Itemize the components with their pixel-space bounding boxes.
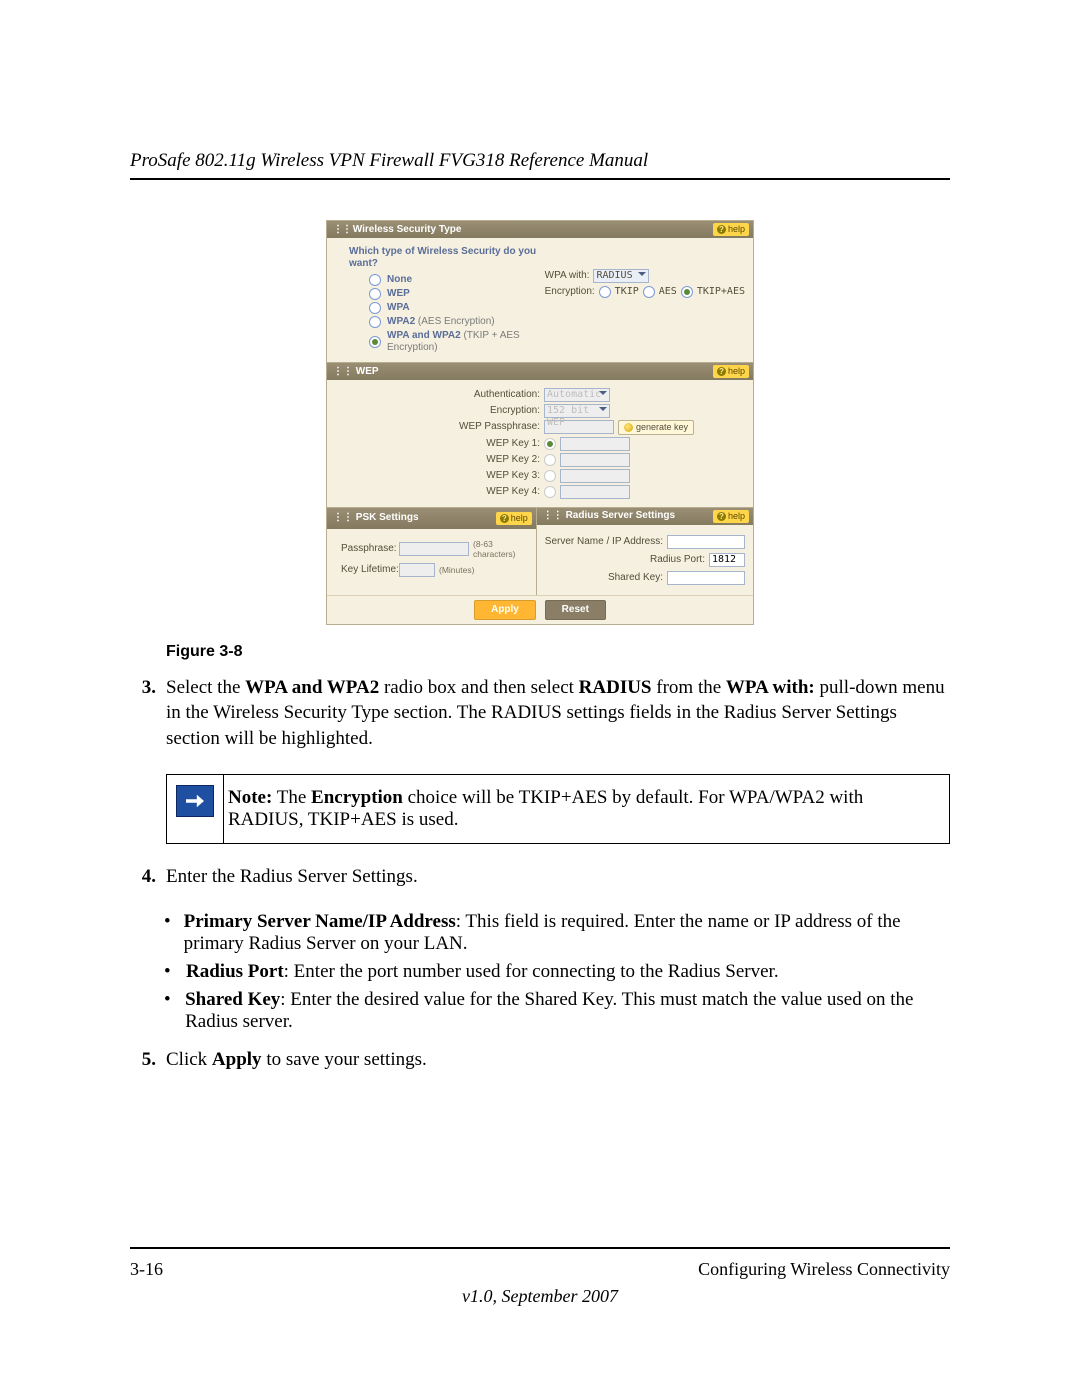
section-title: ⋮⋮ Radius Server Settings — [543, 510, 675, 522]
security-question: Which type of Wireless Security do you w… — [349, 246, 539, 270]
step-4: 4. Enter the Radius Server Settings. — [130, 864, 950, 890]
wep-enc-select[interactable]: 152 bit WEP — [544, 404, 610, 418]
psk-life-input[interactable] — [399, 563, 435, 577]
wep-key2-input[interactable] — [560, 453, 630, 467]
section-psk: ⋮⋮ PSK Settings help — [327, 508, 536, 529]
bullet-shared-key: •Shared Key: Enter the desired value for… — [164, 989, 950, 1033]
opt-wpa-wpa2[interactable]: WPA and WPA2 (TKIP + AES Encryption) — [369, 330, 539, 354]
apply-button[interactable]: Apply — [474, 600, 536, 620]
psk-pass-label: Passphrase: — [341, 543, 395, 555]
opt-wpa[interactable]: WPA — [369, 302, 539, 314]
bullet-primary-server: •Primary Server Name/IP Address: This fi… — [164, 911, 950, 955]
psk-pass-input[interactable] — [399, 542, 469, 556]
section-wireless-security-type: ⋮⋮ Wireless Security Type help — [327, 220, 753, 238]
radius-key-input[interactable] — [667, 571, 745, 585]
wep-auth-label: Authentication: — [335, 389, 540, 401]
config-screenshot: ⋮⋮ Wireless Security Type help Which typ… — [326, 220, 754, 625]
radius-key-label: Shared Key: — [608, 572, 663, 584]
radio-icon — [369, 288, 381, 300]
note-box: Note: The Encryption choice will be TKIP… — [166, 774, 950, 844]
enc-aes: AES — [659, 286, 677, 298]
radio-tkip-aes[interactable] — [681, 286, 693, 298]
footer-row: 3-16 Configuring Wireless Connectivity — [130, 1259, 950, 1280]
section-title: ⋮⋮ WEP — [333, 366, 379, 378]
radio-icon — [369, 336, 381, 348]
wep-pass-label: WEP Passphrase: — [335, 421, 540, 433]
step-number: 4. — [130, 864, 156, 890]
wep-body: Authentication: Automatic Encryption: 152 … — [327, 380, 753, 507]
wep-key4-label: WEP Key 4: — [335, 486, 540, 498]
psk-life-label: Key Lifetime: — [341, 564, 395, 576]
note-arrow-icon — [176, 785, 214, 817]
opt-wep[interactable]: WEP — [369, 288, 539, 300]
help-button[interactable]: help — [496, 512, 532, 525]
wep-key4-input[interactable] — [560, 485, 630, 499]
wep-key2-radio[interactable] — [544, 454, 556, 466]
manual-title: ProSafe 802.11g Wireless VPN Firewall FV… — [130, 150, 950, 172]
wpa-with-select[interactable]: RADIUS — [593, 269, 649, 283]
radius-port-input[interactable] — [709, 553, 745, 567]
step-number: 5. — [130, 1047, 156, 1073]
radio-icon — [369, 316, 381, 328]
wep-key3-radio[interactable] — [544, 470, 556, 482]
radio-aes[interactable] — [643, 286, 655, 298]
section-title: ⋮⋮ PSK Settings — [333, 512, 419, 524]
page-number: 3-16 — [130, 1259, 163, 1280]
wep-key1-radio[interactable] — [544, 438, 556, 450]
section-radius: ⋮⋮ Radius Server Settings help — [537, 508, 753, 525]
radio-icon — [369, 302, 381, 314]
section-name: Configuring Wireless Connectivity — [698, 1259, 950, 1280]
help-button[interactable]: help — [713, 223, 749, 236]
opt-none[interactable]: None — [369, 274, 539, 286]
bullet-radius-port: •Radius Port: Enter the port number used… — [164, 961, 950, 983]
version-line: v1.0, September 2007 — [130, 1286, 950, 1307]
wep-key3-label: WEP Key 3: — [335, 470, 540, 482]
step-5: 5. Click Apply to save your settings. — [130, 1047, 950, 1073]
wpa-with-label: WPA with: — [545, 270, 590, 282]
help-button[interactable]: help — [713, 365, 749, 378]
button-row: Apply Reset — [327, 595, 753, 624]
rule-top — [130, 178, 950, 180]
enc-tkip: TKIP — [615, 286, 639, 298]
figure-caption: Figure 3-8 — [166, 643, 950, 661]
wep-key2-label: WEP Key 2: — [335, 454, 540, 466]
encryption-row: Encryption: TKIP AES TKIP+AES — [545, 286, 745, 298]
rule-bottom — [130, 1247, 950, 1249]
step-3: 3. Select the WPA and WPA2 radio box and… — [130, 675, 950, 752]
wep-key1-input[interactable] — [560, 437, 630, 451]
section-title: ⋮⋮ Wireless Security Type — [333, 224, 461, 236]
reset-button[interactable]: Reset — [545, 600, 606, 620]
generate-key-button[interactable]: generate key — [618, 420, 694, 435]
encryption-label: Encryption: — [545, 286, 595, 298]
opt-wpa2[interactable]: WPA2 (AES Encryption) — [369, 316, 539, 328]
psk-life-unit: (Minutes) — [439, 565, 474, 575]
wep-key1-label: WEP Key 1: — [335, 438, 540, 450]
wep-key3-input[interactable] — [560, 469, 630, 483]
wep-auth-select[interactable]: Automatic — [544, 388, 610, 402]
radius-server-label: Server Name / IP Address: — [545, 536, 663, 548]
security-type-body: Which type of Wireless Security do you w… — [327, 238, 753, 362]
radio-icon — [369, 274, 381, 286]
section-wep: ⋮⋮ WEP help — [327, 362, 753, 380]
help-button[interactable]: help — [713, 510, 749, 523]
enc-both: TKIP+AES — [697, 286, 745, 298]
wpa-with-row: WPA with: RADIUS — [545, 269, 745, 283]
radius-server-input[interactable] — [667, 535, 745, 549]
step-number: 3. — [130, 675, 156, 752]
psk-pass-note: (8-63 characters) — [473, 539, 528, 559]
radio-tkip[interactable] — [599, 286, 611, 298]
wep-key4-radio[interactable] — [544, 486, 556, 498]
wep-enc-label: Encryption: — [335, 405, 540, 417]
radius-port-label: Radius Port: — [650, 554, 705, 566]
